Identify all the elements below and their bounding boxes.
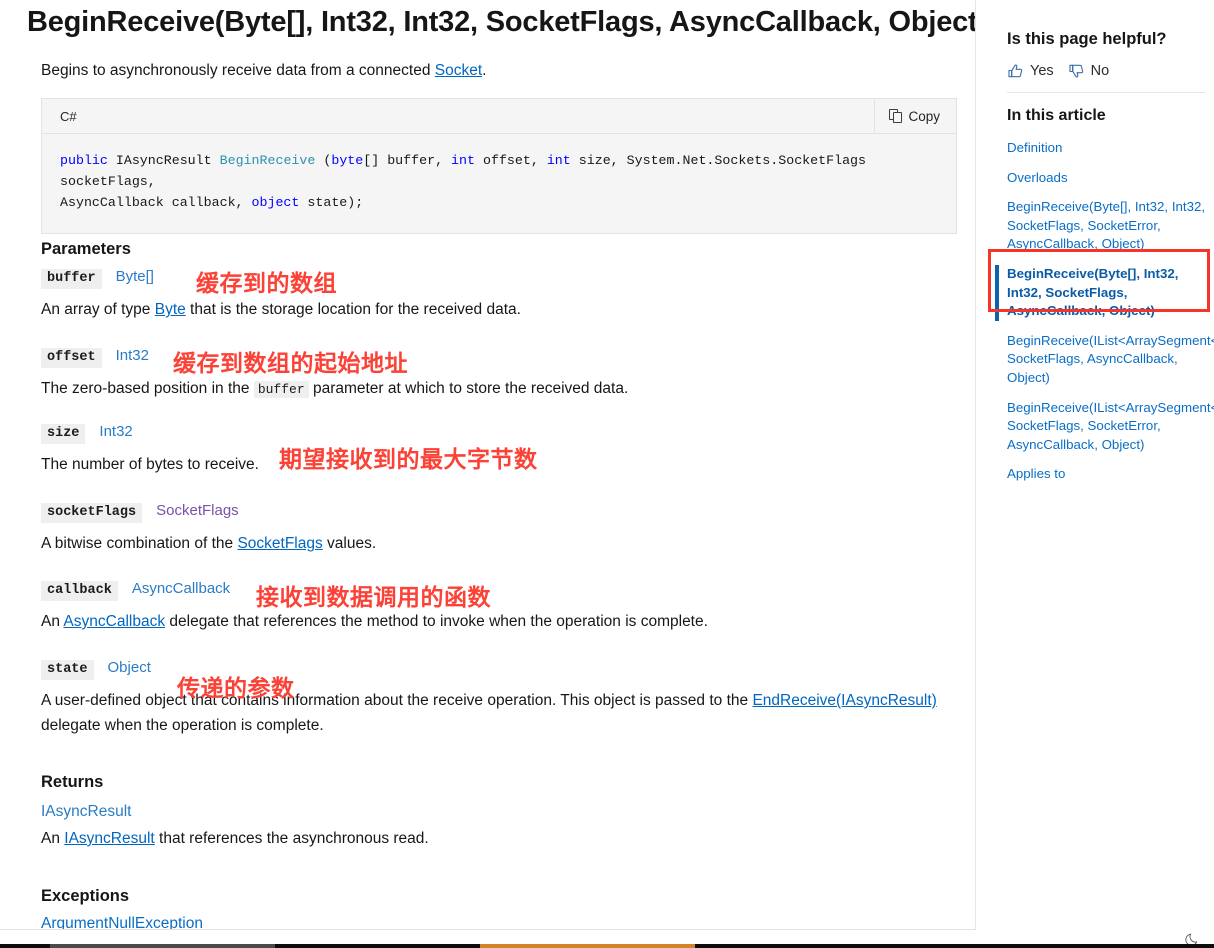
code-block-header: C# Copy <box>42 99 956 134</box>
taskbar-segment-1 <box>50 944 275 948</box>
desc-part: delegate that references the method to i… <box>165 613 708 630</box>
sidebar-divider <box>1007 92 1205 93</box>
annotation-state: 传递的参数 <box>177 676 295 702</box>
intro-text-before: Begins to asynchronously receive data fr… <box>41 62 435 79</box>
parameter-name: offset <box>41 348 102 368</box>
desc-part: that is the storage location for the rec… <box>185 301 521 318</box>
toc-item[interactable]: BeginReceive(IList<ArraySegment<Byte>>, … <box>1007 332 1214 388</box>
vote-no-button[interactable]: No <box>1068 63 1110 79</box>
code-token: public <box>60 153 108 168</box>
toc-heading: In this article <box>1007 107 1106 124</box>
right-sidebar: Is this page helpful? Yes No In this art… <box>975 0 1214 930</box>
toc-item[interactable]: BeginReceive(IList<ArraySegment<Byte>>, … <box>1007 399 1214 455</box>
page-helpful-title: Is this page helpful? <box>1007 30 1167 48</box>
desc-part: An <box>41 613 64 630</box>
toc-item-active[interactable]: BeginReceive(Byte[], Int32, Int32, Socke… <box>995 264 1207 321</box>
vote-yes-label: Yes <box>1030 63 1054 79</box>
exception-item-link[interactable]: ArgumentNullException <box>41 915 203 930</box>
annotation-size: 期望接收到的最大字节数 <box>279 447 538 473</box>
parameter-callback: callback AsyncCallback An AsyncCallback … <box>41 580 971 634</box>
taskbar-strip <box>0 944 1214 948</box>
parameter-description: A bitwise combination of the SocketFlags… <box>41 531 971 556</box>
return-type: IAsyncResult <box>41 803 132 820</box>
thumbs-down-icon <box>1069 64 1083 78</box>
code-token: BeginReceive <box>219 153 316 168</box>
vote-no-label: No <box>1090 63 1110 79</box>
vote-yes-button[interactable]: Yes <box>1007 63 1054 79</box>
intro-text-after: . <box>482 62 487 79</box>
inline-code-buffer: buffer <box>253 381 309 398</box>
table-of-contents: Definition Overloads BeginReceive(Byte[], … <box>995 139 1214 495</box>
desc-part: values. <box>322 535 377 552</box>
section-heading-parameters: Parameters <box>41 240 131 258</box>
asynccallback-link[interactable]: AsyncCallback <box>63 613 165 630</box>
code-token: byte <box>331 153 364 168</box>
code-token: IAsyncResult <box>107 153 220 168</box>
parameter-type: Int32 <box>99 423 133 440</box>
desc-part: An array of type <box>41 301 155 318</box>
copy-button-label: Copy <box>908 108 940 124</box>
parameter-header: callback AsyncCallback <box>41 580 971 602</box>
desc-part: An <box>41 830 65 847</box>
section-heading-returns: Returns <box>41 773 104 791</box>
code-token: object <box>251 195 300 210</box>
copy-icon <box>889 109 903 123</box>
page-title: BeginReceive(Byte[], Int32, Int32, Socke… <box>27 6 975 39</box>
annotation-callback: 接收到数据调用的函数 <box>256 585 491 611</box>
code-snippet[interactable]: public IAsyncResult BeginReceive (byte[]… <box>42 134 956 233</box>
desc-part: The zero-based position in the <box>41 380 254 397</box>
desc-part: A bitwise combination of the <box>41 535 238 552</box>
code-language-label: C# <box>60 108 77 124</box>
iasyncresult-link[interactable]: IAsyncResult <box>64 830 154 847</box>
parameter-buffer: buffer Byte[] An array of type Byte that… <box>41 268 971 322</box>
parameter-type: Int32 <box>115 347 149 364</box>
parameter-name: size <box>41 424 86 444</box>
toc-item[interactable]: Applies to <box>1007 465 1207 484</box>
annotation-buffer: 缓存到的数组 <box>196 271 337 297</box>
taskbar-segment-2 <box>480 944 695 948</box>
socketflags-link[interactable]: SocketFlags <box>237 535 322 552</box>
documentation-page: BeginReceive(Byte[], Int32, Int32, Socke… <box>0 0 1214 948</box>
parameter-name: buffer <box>41 269 102 289</box>
desc-part: The number of bytes to receive. <box>41 456 259 473</box>
parameter-name: callback <box>41 581 118 601</box>
endreceive-link[interactable]: EndReceive(IAsyncResult) <box>752 692 936 709</box>
parameter-header: socketFlags SocketFlags <box>41 502 971 524</box>
main-content: BeginReceive(Byte[], Int32, Int32, Socke… <box>0 0 975 930</box>
return-description: An IAsyncResult that references the asyn… <box>41 830 429 848</box>
desc-part: delegate when the operation is complete. <box>41 717 324 734</box>
parameter-name: socketFlags <box>41 503 143 523</box>
parameter-socketflags: socketFlags SocketFlags A bitwise combin… <box>41 502 971 556</box>
parameter-header: buffer Byte[] <box>41 268 971 290</box>
code-token: int <box>451 153 475 168</box>
desc-part: parameter at which to store the received… <box>308 380 629 397</box>
parameter-name: state <box>41 660 94 680</box>
desc-part: that references the asynchronous read. <box>154 830 429 847</box>
code-token: offset, <box>475 153 547 168</box>
code-block: C# Copy public IAsyncResult BeginReceive… <box>41 98 957 234</box>
parameter-type: SocketFlags <box>156 502 239 519</box>
intro-paragraph: Begins to asynchronously receive data fr… <box>41 62 486 80</box>
toc-item[interactable]: BeginReceive(Byte[], Int32, Int32, Socke… <box>1007 198 1207 254</box>
byte-link[interactable]: Byte <box>155 301 186 318</box>
parameter-type: Byte[] <box>115 268 154 285</box>
desc-part: A user-defined object that contains info… <box>41 692 753 709</box>
page-helpful-vote-row: Yes No <box>1007 63 1109 79</box>
code-token: ( <box>315 153 332 168</box>
parameter-type: Object <box>107 659 151 676</box>
thumbs-up-icon <box>1008 64 1023 78</box>
parameter-type: AsyncCallback <box>131 580 231 597</box>
code-token: int <box>546 153 571 168</box>
parameter-description: An AsyncCallback delegate that reference… <box>41 609 971 634</box>
parameter-description: An array of type Byte that is the storag… <box>41 297 971 322</box>
code-token: [] buffer, <box>363 153 452 168</box>
parameter-description: The zero-based position in the buffer pa… <box>41 376 971 402</box>
toc-item[interactable]: Overloads <box>1007 169 1207 188</box>
annotation-offset: 缓存到数组的起始地址 <box>173 351 408 377</box>
copy-button[interactable]: Copy <box>874 99 956 133</box>
toc-item[interactable]: Definition <box>1007 139 1207 158</box>
code-token: state); <box>299 195 364 210</box>
section-heading-exceptions: Exceptions <box>41 887 130 905</box>
socket-link[interactable]: Socket <box>435 62 482 79</box>
